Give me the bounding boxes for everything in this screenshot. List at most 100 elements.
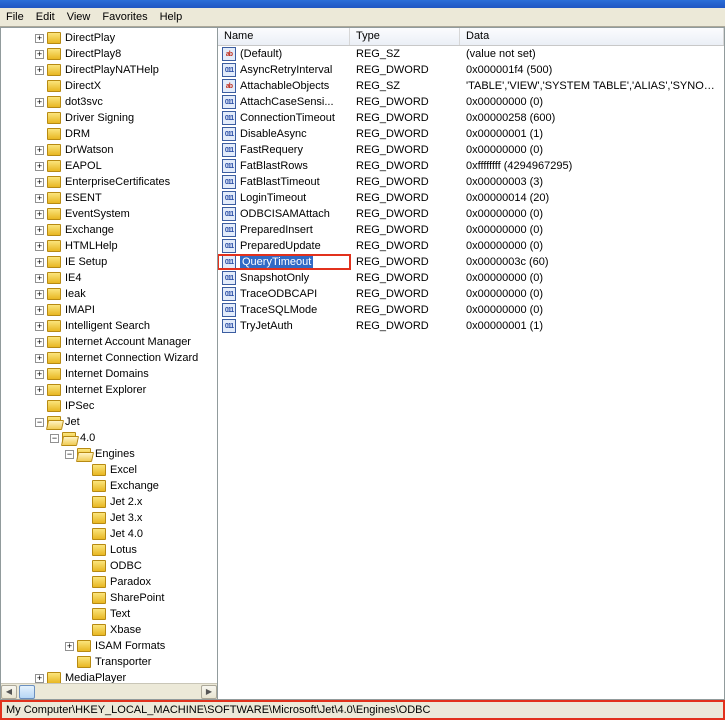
expand-icon[interactable]: + (35, 306, 44, 315)
list-row[interactable]: 011ConnectionTimeoutREG_DWORD0x00000258 … (218, 110, 724, 126)
expand-icon[interactable]: + (35, 370, 44, 379)
tree-item[interactable]: +EventSystem (5, 206, 217, 222)
scroll-left-button[interactable]: ◀ (1, 685, 17, 699)
expand-icon[interactable]: + (35, 98, 44, 107)
tree-item[interactable]: +DirectPlay (5, 30, 217, 46)
tree-item[interactable]: Jet 4.0 (5, 526, 217, 542)
list-body[interactable]: ab(Default)REG_SZ(value not set)011Async… (218, 46, 724, 699)
tree-item[interactable]: Lotus (5, 542, 217, 558)
tree-item[interactable]: −4.0 (5, 430, 217, 446)
list-row[interactable]: 011TraceODBCAPIREG_DWORD0x00000000 (0) (218, 286, 724, 302)
tree-item[interactable]: +IE4 (5, 270, 217, 286)
tree-item[interactable]: +MediaPlayer (5, 670, 217, 683)
tree-item[interactable]: Driver Signing (5, 110, 217, 126)
tree-item[interactable]: DirectX (5, 78, 217, 94)
tree-item[interactable]: SharePoint (5, 590, 217, 606)
tree-scroll[interactable]: +DirectPlay+DirectPlay8+DirectPlayNATHel… (1, 28, 217, 683)
expand-icon[interactable]: + (35, 194, 44, 203)
menu-view[interactable]: View (67, 11, 91, 23)
expand-icon[interactable]: + (35, 226, 44, 235)
tree-item[interactable]: +IE Setup (5, 254, 217, 270)
expand-icon[interactable]: + (35, 66, 44, 75)
menu-favorites[interactable]: Favorites (102, 11, 147, 23)
expand-icon[interactable]: + (35, 162, 44, 171)
column-header-name[interactable]: Name (218, 28, 350, 45)
tree-item[interactable]: Transporter (5, 654, 217, 670)
list-row[interactable]: 011AsyncRetryIntervalREG_DWORD0x000001f4… (218, 62, 724, 78)
collapse-icon[interactable]: − (50, 434, 59, 443)
expand-icon[interactable]: + (35, 146, 44, 155)
expand-icon[interactable]: + (35, 50, 44, 59)
tree-hscrollbar[interactable]: ◀ ▶ (1, 683, 217, 699)
tree-item[interactable]: +Internet Domains (5, 366, 217, 382)
list-row[interactable]: 011AttachCaseSensi...REG_DWORD0x00000000… (218, 94, 724, 110)
tree-item[interactable]: Excel (5, 462, 217, 478)
list-row[interactable]: 011TraceSQLModeREG_DWORD0x00000000 (0) (218, 302, 724, 318)
tree-item[interactable]: −Jet (5, 414, 217, 430)
list-row[interactable]: 011LoginTimeoutREG_DWORD0x00000014 (20) (218, 190, 724, 206)
tree-item[interactable]: +EnterpriseCertificates (5, 174, 217, 190)
tree-item[interactable]: +dot3svc (5, 94, 217, 110)
list-row[interactable]: 011FatBlastRowsREG_DWORD0xffffffff (4294… (218, 158, 724, 174)
tree-item[interactable]: Exchange (5, 478, 217, 494)
tree-item[interactable]: +HTMLHelp (5, 238, 217, 254)
list-row[interactable]: 011ODBCISAMAttachREG_DWORD0x00000000 (0) (218, 206, 724, 222)
expand-icon[interactable]: + (35, 242, 44, 251)
column-header-type[interactable]: Type (350, 28, 460, 45)
list-row[interactable]: 011QueryTimeoutREG_DWORD0x0000003c (60) (218, 254, 724, 270)
scroll-track[interactable] (17, 685, 201, 699)
tree-item[interactable]: +DrWatson (5, 142, 217, 158)
tree-item[interactable]: +DirectPlayNATHelp (5, 62, 217, 78)
tree-item[interactable]: −Engines (5, 446, 217, 462)
tree-item[interactable]: + EAPOL (5, 158, 217, 174)
expand-icon[interactable]: + (35, 386, 44, 395)
list-row[interactable]: ab(Default)REG_SZ(value not set) (218, 46, 724, 62)
menu-edit[interactable]: Edit (36, 11, 55, 23)
expand-icon[interactable]: + (35, 178, 44, 187)
list-row[interactable]: 011FatBlastTimeoutREG_DWORD0x00000003 (3… (218, 174, 724, 190)
list-row[interactable]: abAttachableObjectsREG_SZ'TABLE','VIEW',… (218, 78, 724, 94)
tree-item[interactable]: Jet 2.x (5, 494, 217, 510)
tree-item[interactable]: +Internet Account Manager (5, 334, 217, 350)
expand-icon[interactable]: + (35, 674, 44, 683)
tree-item[interactable]: Paradox (5, 574, 217, 590)
expand-icon[interactable]: + (35, 322, 44, 331)
list-row[interactable]: 011PreparedUpdateREG_DWORD0x00000000 (0) (218, 238, 724, 254)
tree-item[interactable]: +Exchange (5, 222, 217, 238)
tree-item[interactable]: Jet 3.x (5, 510, 217, 526)
expand-icon[interactable]: + (35, 338, 44, 347)
expand-icon[interactable]: + (35, 354, 44, 363)
list-row[interactable]: 011TryJetAuthREG_DWORD0x00000001 (1) (218, 318, 724, 334)
expand-icon[interactable]: + (35, 290, 44, 299)
tree-item[interactable]: IPSec (5, 398, 217, 414)
menu-file[interactable]: File (6, 11, 24, 23)
list-row[interactable]: 011DisableAsyncREG_DWORD0x00000001 (1) (218, 126, 724, 142)
collapse-icon[interactable]: − (35, 418, 44, 427)
tree-item[interactable]: +DirectPlay8 (5, 46, 217, 62)
scroll-right-button[interactable]: ▶ (201, 685, 217, 699)
tree-item[interactable]: DRM (5, 126, 217, 142)
tree-item-label: EAPOL (65, 160, 102, 172)
column-header-data[interactable]: Data (460, 28, 724, 45)
tree-item[interactable]: +Ieak (5, 286, 217, 302)
tree-item[interactable]: ODBC (5, 558, 217, 574)
tree-item[interactable]: +IMAPI (5, 302, 217, 318)
menu-help[interactable]: Help (160, 11, 183, 23)
collapse-icon[interactable]: − (65, 450, 74, 459)
tree-item[interactable]: Text (5, 606, 217, 622)
list-row[interactable]: 011SnapshotOnlyREG_DWORD0x00000000 (0) (218, 270, 724, 286)
expand-icon[interactable]: + (35, 258, 44, 267)
tree-item[interactable]: +ESENT (5, 190, 217, 206)
tree-item[interactable]: Xbase (5, 622, 217, 638)
list-row[interactable]: 011FastRequeryREG_DWORD0x00000000 (0) (218, 142, 724, 158)
expand-icon[interactable]: + (35, 210, 44, 219)
expand-icon[interactable]: + (65, 642, 74, 651)
expand-icon[interactable]: + (35, 274, 44, 283)
tree-item[interactable]: +ISAM Formats (5, 638, 217, 654)
tree-item[interactable]: +Internet Connection Wizard (5, 350, 217, 366)
tree-item[interactable]: +Intelligent Search (5, 318, 217, 334)
expand-icon[interactable]: + (35, 34, 44, 43)
list-row[interactable]: 011PreparedInsertREG_DWORD0x00000000 (0) (218, 222, 724, 238)
scroll-thumb[interactable] (19, 685, 35, 699)
tree-item[interactable]: +Internet Explorer (5, 382, 217, 398)
